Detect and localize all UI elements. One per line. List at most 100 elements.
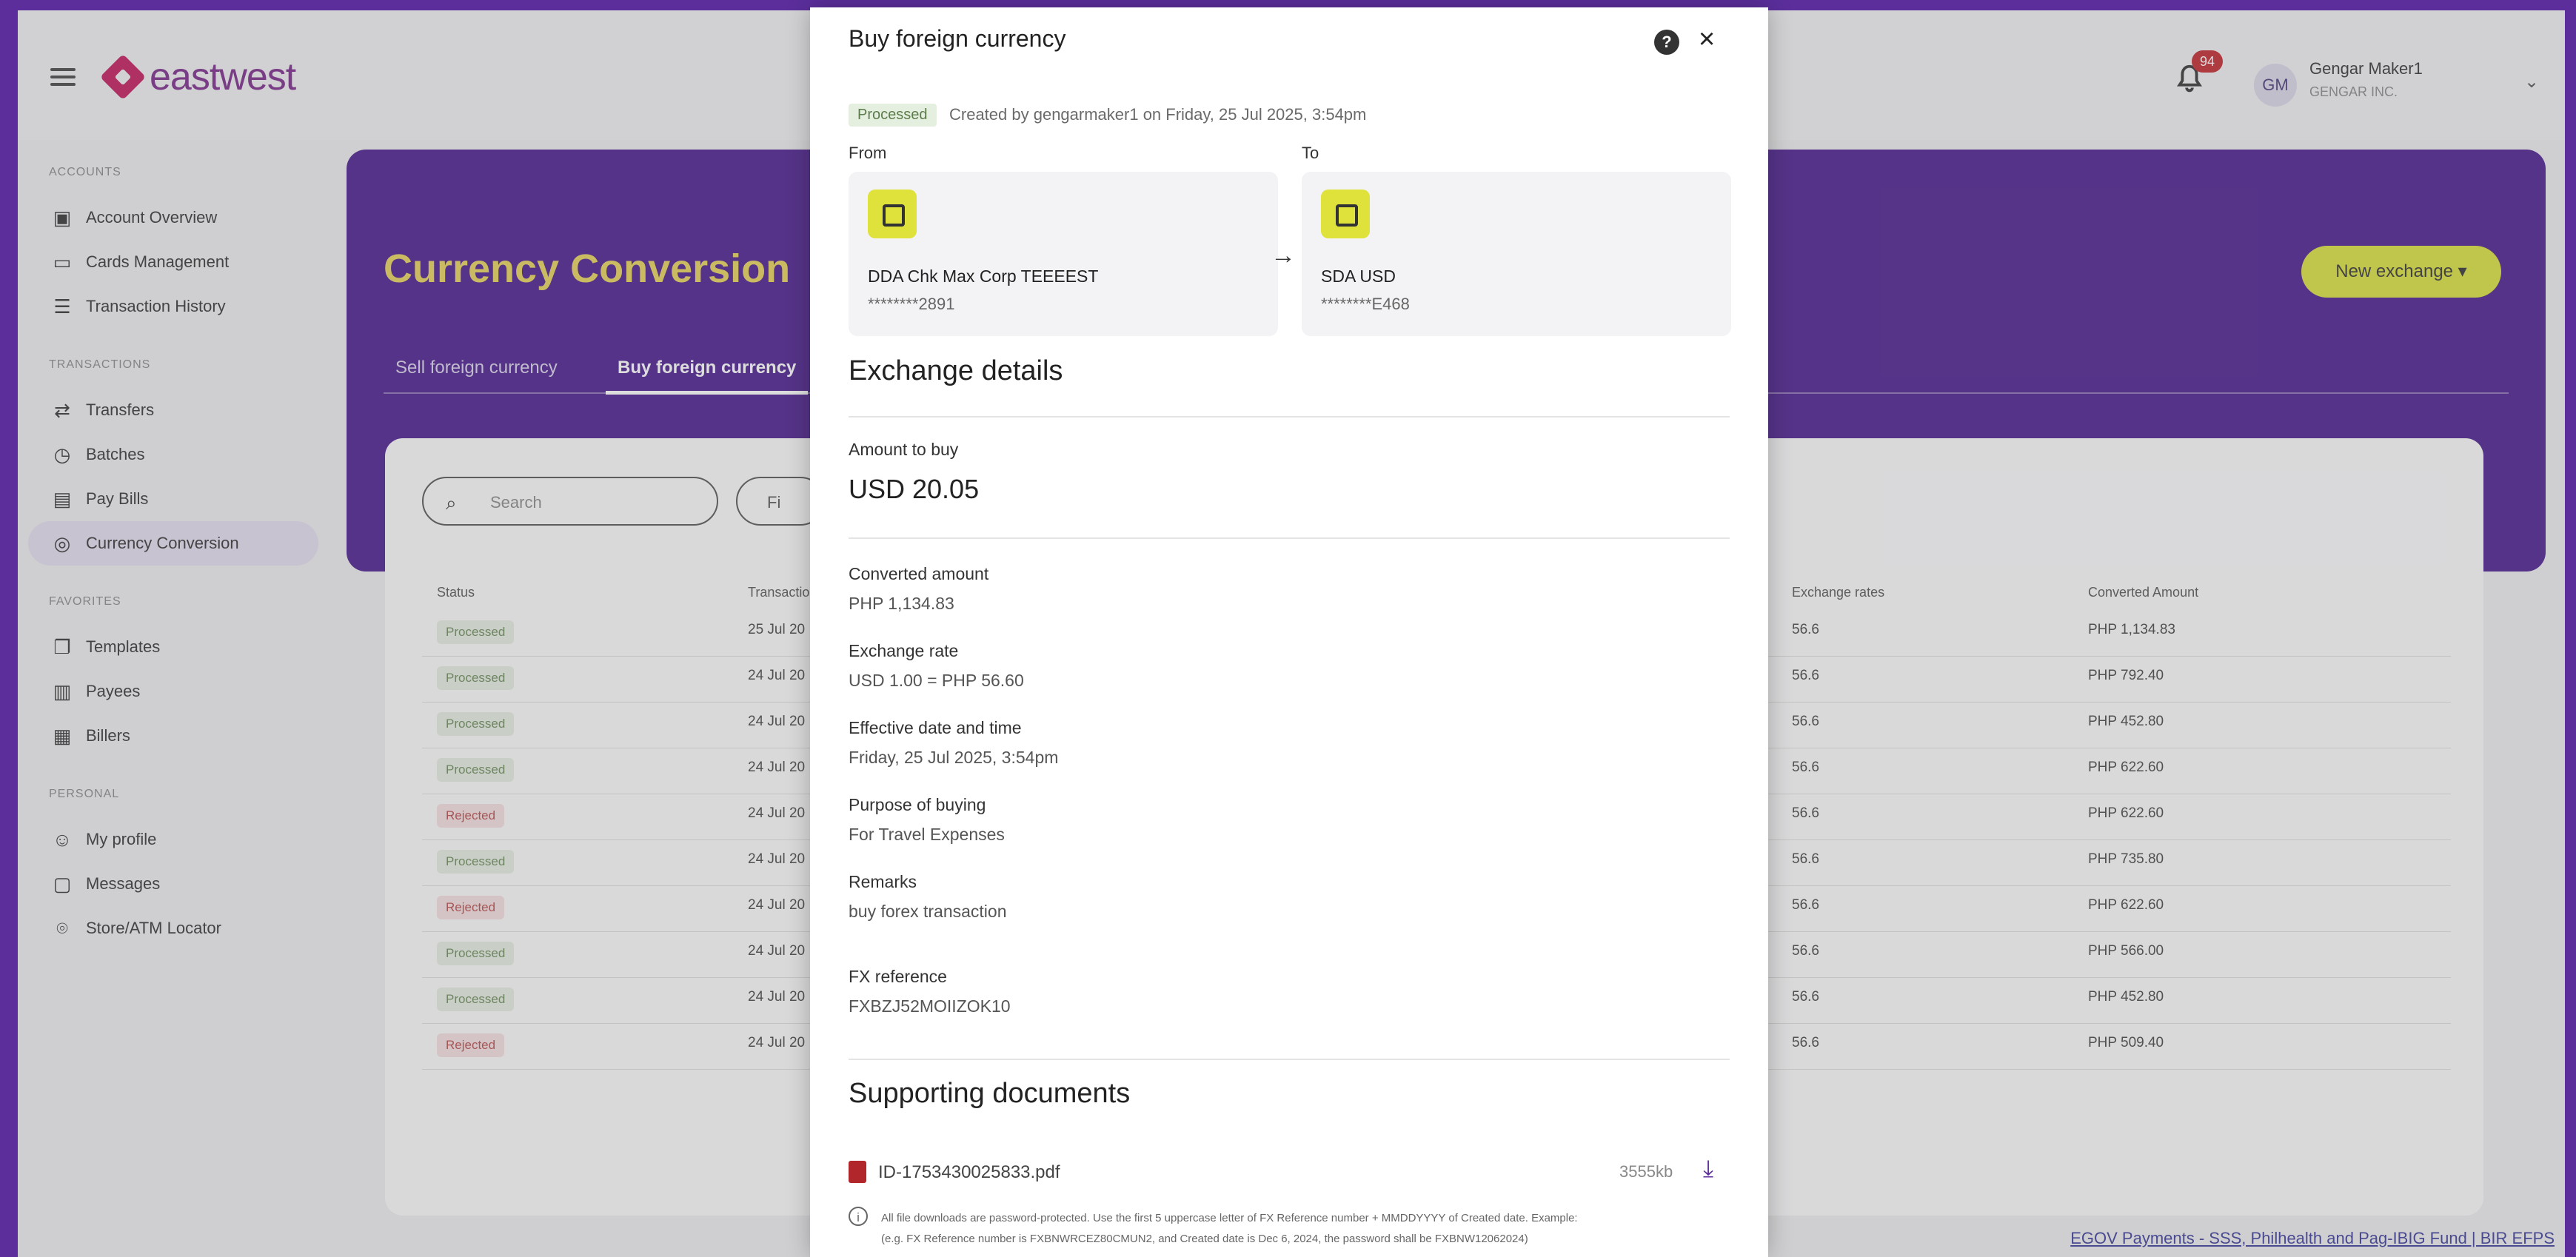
effective-date-label: Effective date and time	[849, 718, 1022, 737]
to-label: To	[1302, 144, 1319, 162]
sidebar-item-billers[interactable]: ▦ Billers	[18, 714, 329, 758]
table-cell-rate: 56.6	[1792, 760, 1819, 775]
download-icon[interactable]: ⤓	[1703, 1155, 1713, 1183]
table-cell-date: 24 Jul 20	[748, 714, 806, 729]
notification-badge: 94	[2192, 50, 2223, 73]
exchange-details-heading: Exchange details	[849, 355, 1063, 386]
search-input[interactable]: ⌕ Search	[422, 477, 718, 526]
brand-name: eastwest	[150, 56, 296, 98]
sidebar-item-label: Pay Bills	[86, 489, 149, 508]
status-badge: Processed	[437, 620, 515, 644]
column-header[interactable]: Exchange rates	[1792, 585, 1884, 600]
table-cell-date: 25 Jul 20	[748, 622, 806, 637]
filter-label: Fi	[767, 493, 781, 512]
table-cell-rate: 56.6	[1792, 851, 1819, 867]
table-cell-rate: 56.6	[1792, 989, 1819, 1005]
sidebar-item-store-atm-locator[interactable]: ⌾ Store/ATM Locator	[18, 906, 329, 951]
table-cell-amount: PHP 452.80	[2088, 989, 2164, 1005]
arrow-right-icon: →	[1271, 241, 1296, 269]
close-icon[interactable]: ×	[1699, 24, 1715, 56]
sidebar-item-label: Batches	[86, 445, 145, 463]
brand-logo[interactable]: eastwest	[99, 53, 296, 101]
sidebar-item-label: Transaction History	[86, 297, 226, 315]
sidebar-section-title: FAVORITES	[49, 595, 121, 608]
document-name[interactable]: ID-1753430025833.pdf	[878, 1162, 1060, 1183]
column-header[interactable]: Transaction	[748, 585, 817, 600]
chevron-down-icon[interactable]: ⌄	[2524, 71, 2539, 93]
fx-reference-label: FX reference	[849, 967, 947, 986]
column-header[interactable]: Converted Amount	[2088, 585, 2198, 600]
table-cell-amount: PHP 509.40	[2088, 1035, 2164, 1050]
sidebar-item-label: Account Overview	[86, 208, 218, 227]
sidebar-section-title: ACCOUNTS	[49, 166, 121, 178]
menu-icon[interactable]	[50, 68, 76, 86]
sidebar-item-cards-management[interactable]: ▭ Cards Management	[18, 240, 329, 284]
footer-links[interactable]: EGOV Payments - SSS, Philhealth and Pag-…	[2070, 1229, 2555, 1248]
sidebar-item-my-profile[interactable]: ☺ My profile	[18, 817, 329, 862]
table-cell-date: 24 Jul 20	[748, 805, 806, 821]
avatar[interactable]: GM	[2254, 64, 2297, 107]
tab-buy-foreign-currency[interactable]: Buy foreign currency	[606, 349, 809, 395]
divider	[849, 416, 1730, 418]
remarks-value: buy forex transaction	[849, 902, 1007, 921]
modal-title: Buy foreign currency	[849, 25, 1066, 52]
to-account-number: ********E468	[1321, 295, 1410, 313]
password-note: All file downloads are password-protecte…	[881, 1208, 1725, 1250]
table-cell-date: 24 Jul 20	[748, 851, 806, 867]
exchange-rate-label: Exchange rate	[849, 641, 959, 660]
table-cell-date: 24 Jul 20	[748, 897, 806, 913]
table-cell-rate: 56.6	[1792, 1035, 1819, 1050]
message-icon: ▢	[53, 873, 72, 895]
sidebar-item-payees[interactable]: ▥ Payees	[18, 669, 329, 714]
supporting-documents-heading: Supporting documents	[849, 1078, 1131, 1109]
transaction-detail-modal: Buy foreign currency ? × Processed Creat…	[810, 7, 1768, 1257]
sidebar-item-label: Billers	[86, 726, 130, 745]
divider	[849, 1059, 1730, 1060]
column-header[interactable]: Status	[437, 585, 475, 600]
from-label: From	[849, 144, 887, 162]
sidebar-item-currency-conversion[interactable]: ◎ Currency Conversion	[28, 521, 318, 566]
status-badge: Processed	[437, 850, 515, 874]
new-exchange-button[interactable]: New exchange ▾	[2301, 246, 2501, 298]
table-cell-date: 24 Jul 20	[748, 989, 806, 1005]
table-cell-amount: PHP 1,134.83	[2088, 622, 2175, 637]
sidebar-item-pay-bills[interactable]: ▤ Pay Bills	[18, 477, 329, 521]
location-icon: ⌾	[56, 917, 68, 939]
exchange-rate-value: USD 1.00 = PHP 56.60	[849, 671, 1024, 690]
converted-amount-label: Converted amount	[849, 564, 989, 583]
sidebar-item-messages[interactable]: ▢ Messages	[18, 862, 329, 906]
pdf-file-icon	[849, 1161, 866, 1183]
sidebar: ACCOUNTS ▣ Account Overview ▭ Cards Manage…	[18, 166, 329, 951]
effective-date-value: Friday, 25 Jul 2025, 3:54pm	[849, 748, 1059, 767]
status-badge: Processed	[437, 942, 515, 965]
sidebar-item-account-overview[interactable]: ▣ Account Overview	[18, 195, 329, 240]
table-cell-amount: PHP 622.60	[2088, 760, 2164, 775]
sidebar-item-label: Currency Conversion	[86, 534, 239, 552]
remarks-label: Remarks	[849, 872, 917, 891]
sidebar-item-templates[interactable]: ❐ Templates	[18, 625, 329, 669]
building-icon: ▦	[53, 725, 72, 747]
from-account-card: DDA Chk Max Corp TEEEEST ********2891	[849, 172, 1278, 336]
search-placeholder: Search	[490, 493, 542, 512]
tab-sell-foreign-currency[interactable]: Sell foreign currency	[384, 349, 569, 391]
sidebar-item-transaction-history[interactable]: ☰ Transaction History	[18, 284, 329, 329]
converted-amount-value: PHP 1,134.83	[849, 594, 954, 613]
status-badge: Processed	[437, 988, 515, 1011]
table-cell-rate: 56.6	[1792, 943, 1819, 959]
user-icon: ☺	[52, 828, 73, 851]
table-cell-rate: 56.6	[1792, 622, 1819, 637]
password-note-line: (e.g. FX Reference number is FXBNWRCEZ80…	[881, 1233, 1528, 1245]
clock-icon: ◷	[53, 443, 71, 466]
user-name: Gengar Maker1	[2309, 59, 2423, 78]
table-cell-amount: PHP 735.80	[2088, 851, 2164, 867]
help-icon[interactable]: ?	[1654, 30, 1679, 55]
transfer-icon: ⇄	[54, 399, 70, 421]
wallet-icon: ▣	[53, 207, 72, 229]
sidebar-item-transfers[interactable]: ⇄ Transfers	[18, 388, 329, 432]
sidebar-item-batches[interactable]: ◷ Batches	[18, 432, 329, 477]
table-cell-rate: 56.6	[1792, 805, 1819, 821]
list-icon: ☰	[53, 295, 71, 318]
logo-mark-icon	[99, 53, 147, 101]
status-badge: Processed	[437, 758, 515, 782]
wallet-icon	[1321, 190, 1370, 238]
